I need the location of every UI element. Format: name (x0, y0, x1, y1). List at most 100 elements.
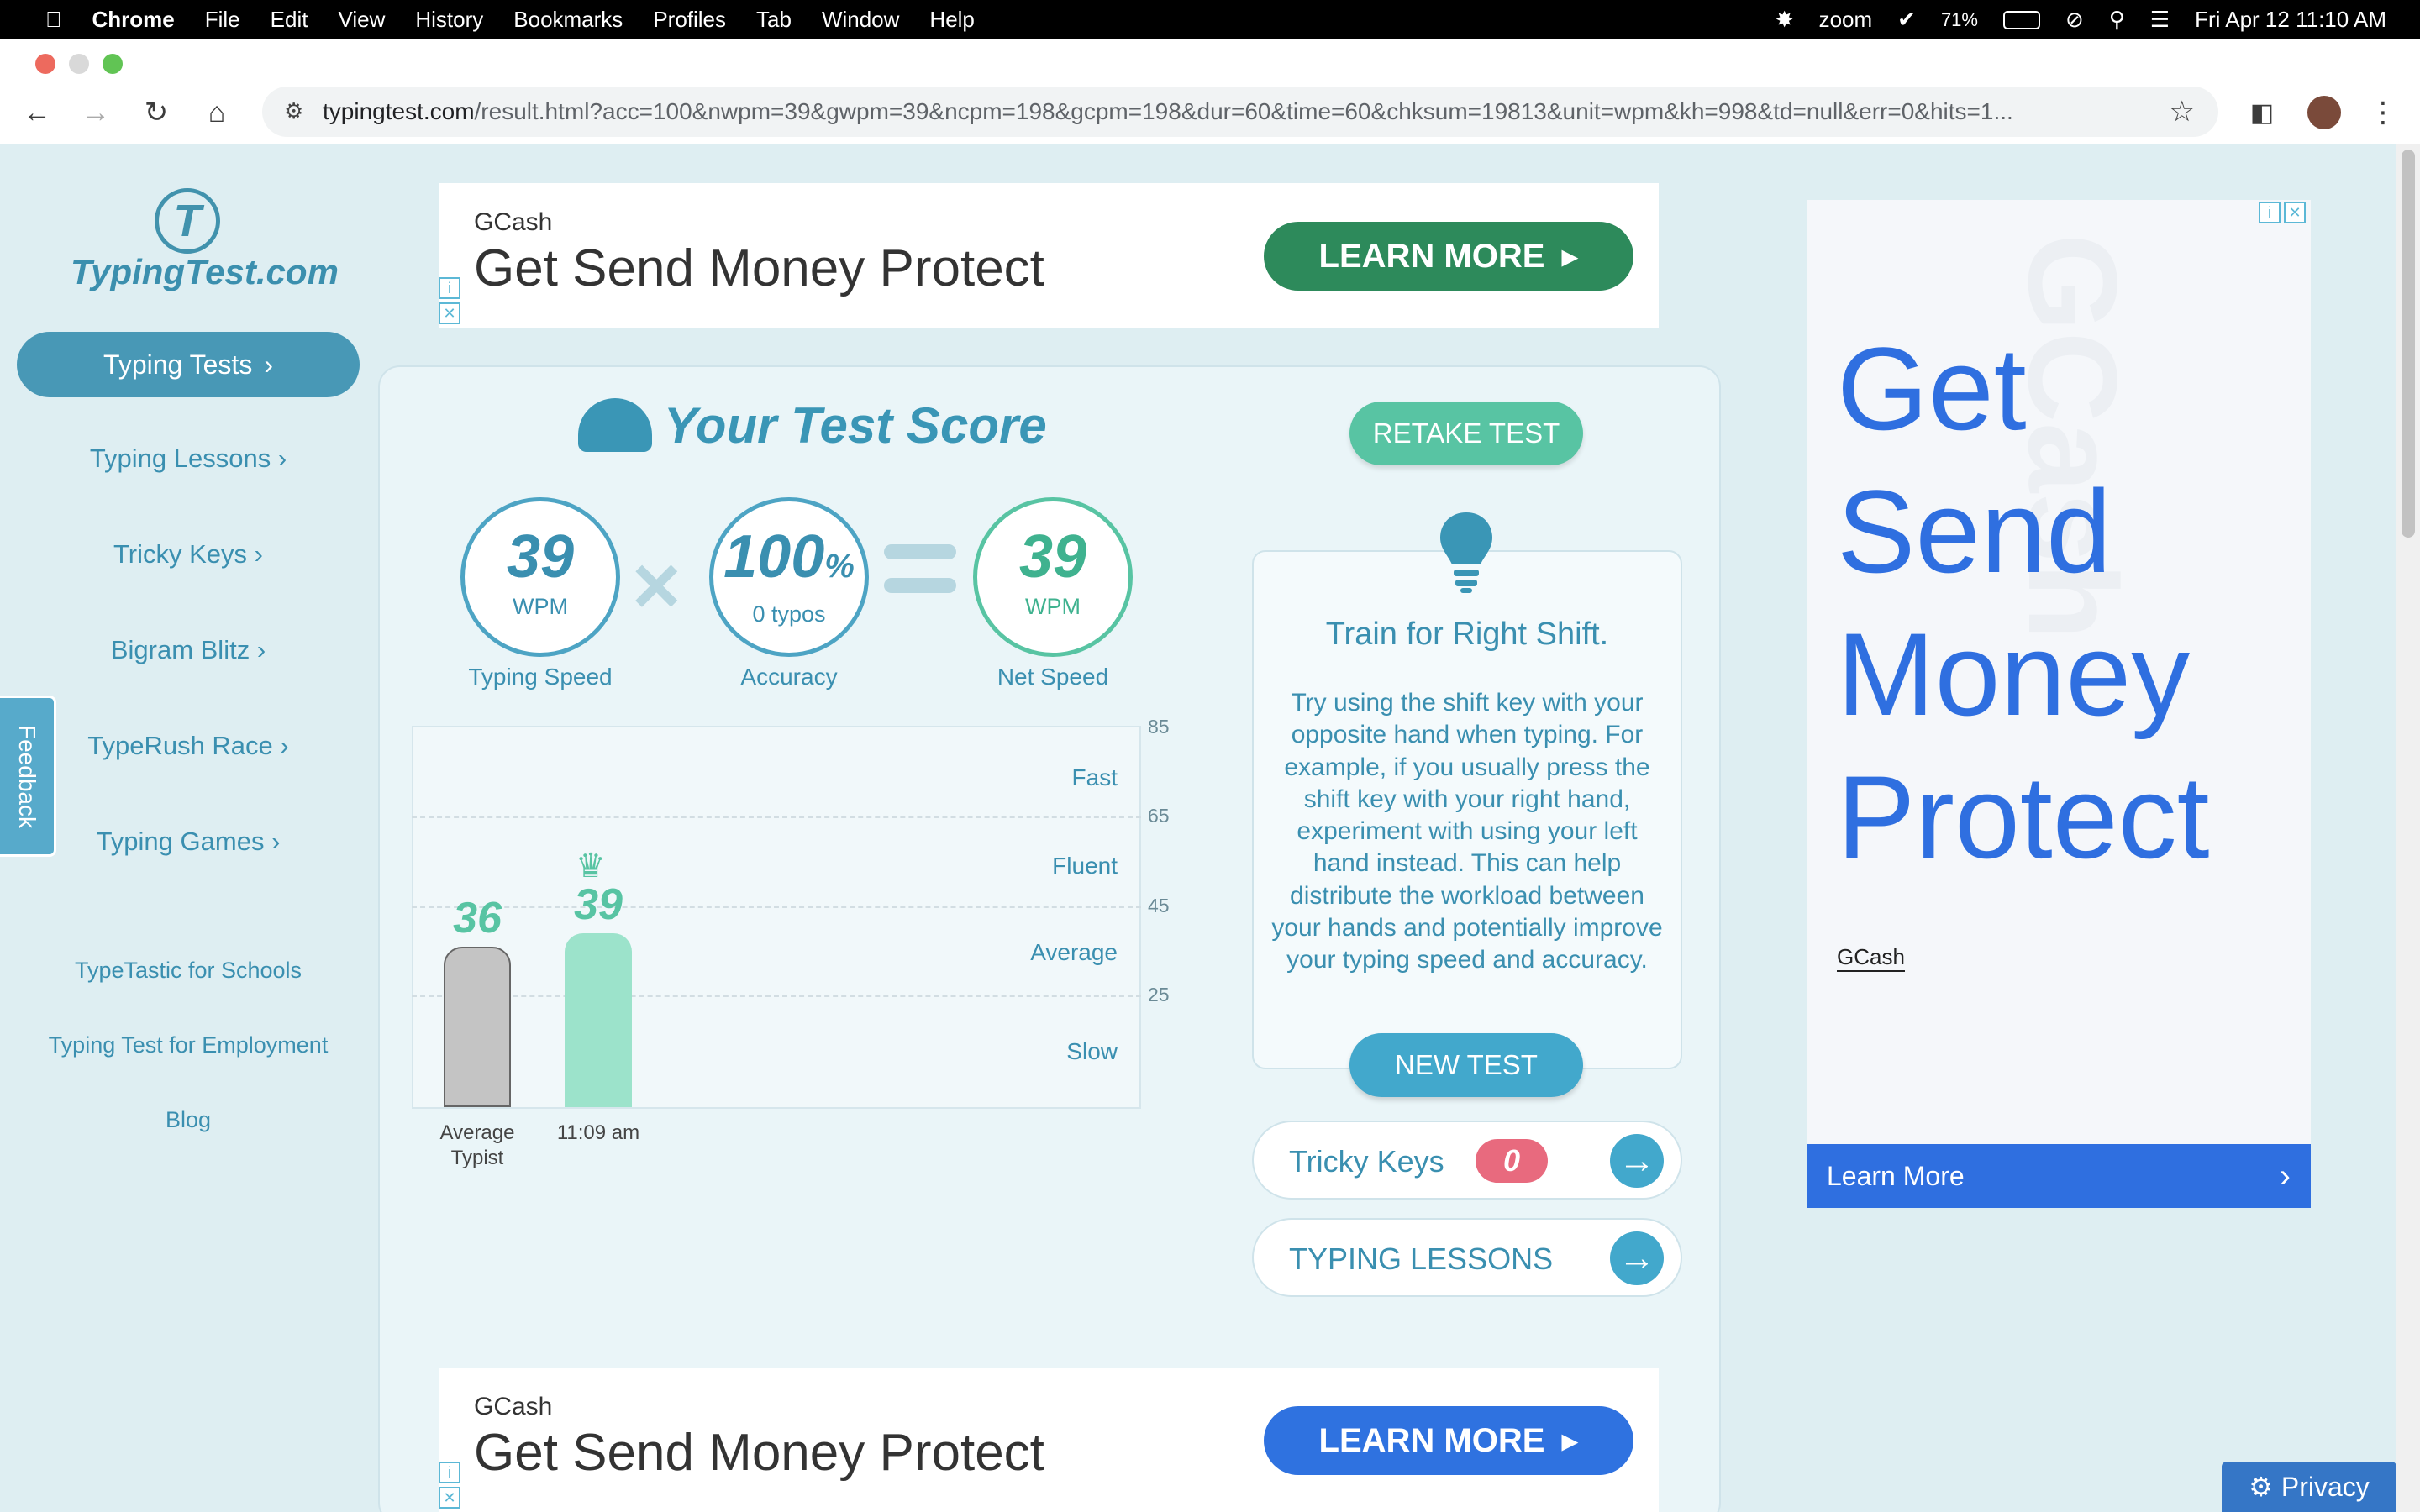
menu-tab[interactable]: Tab (741, 7, 807, 33)
typing-speed-circle: 39 WPM (460, 497, 620, 657)
close-ad-icon[interactable]: ✕ (2284, 202, 2306, 223)
top-ad-banner[interactable]: GCash Get Send Money Protect LEARN MORE ▸ (439, 183, 1659, 328)
tip-body: Try using the shift key with your opposi… (1271, 689, 1663, 974)
battery-icon[interactable] (2002, 10, 2040, 29)
side-ad-headline[interactable]: Get Send Money Protect (1837, 318, 2210, 889)
tricky-keys-link[interactable]: Tricky Keys 0 → (1252, 1121, 1682, 1200)
menu-bookmarks[interactable]: Bookmarks (498, 7, 638, 33)
side-panel-icon[interactable]: ◧ (2238, 89, 2286, 136)
info-icon[interactable]: i (2259, 202, 2281, 223)
chevron-right-icon: › (264, 349, 273, 380)
menu-history[interactable]: History (400, 7, 498, 33)
new-test-button[interactable]: NEW TEST (1349, 1033, 1583, 1097)
wifi-off-icon[interactable]: ⊘ (2065, 7, 2084, 33)
ad-learn-more-button[interactable]: LEARN MORE ▸ (1264, 1406, 1634, 1475)
profile-avatar[interactable] (2301, 89, 2348, 136)
score-title: Your Test Score (664, 397, 1047, 454)
y-tick-label: 45 (1148, 894, 1170, 916)
ad-headline[interactable]: Get Send Money Protect (474, 239, 1044, 298)
zone-fast: Fast (1071, 764, 1118, 790)
y-tick-label: 65 (1148, 805, 1170, 827)
triangle-right-icon: ▸ (1561, 238, 1579, 275)
retake-test-button[interactable]: RETAKE TEST (1349, 402, 1583, 465)
triangle-right-icon: ▸ (1561, 1422, 1579, 1459)
typing-speed-label: Typing Speed (468, 664, 613, 690)
nav-typing-tests[interactable]: Typing Tests › (17, 332, 360, 397)
accuracy-value: 100% (723, 523, 855, 591)
side-ad-learn-more-button[interactable]: Learn More › (1807, 1144, 2311, 1208)
typing-speed-unit: WPM (513, 594, 568, 619)
side-ad-choices: i ✕ (2259, 202, 2306, 223)
link-typetastic-schools[interactable]: TypeTastic for Schools (0, 958, 376, 984)
arrow-right-icon[interactable]: → (1610, 1231, 1664, 1285)
apple-icon[interactable]:  (30, 7, 77, 33)
nav-typerush-race[interactable]: TypeRush Race › (0, 731, 376, 761)
typingtest-logo-icon[interactable]: T (155, 188, 220, 254)
link-blog[interactable]: Blog (0, 1107, 376, 1133)
feedback-tab[interactable]: Feedback (0, 696, 56, 857)
forward-icon[interactable]: → (72, 89, 119, 136)
back-icon[interactable]: ← (13, 89, 60, 136)
chart-bar-value-label: 36 (453, 893, 502, 942)
typing-lessons-link[interactable]: TYPING LESSONS → (1252, 1218, 1682, 1297)
bookmark-star-icon[interactable]: ☆ (2170, 95, 2195, 129)
chevron-right-icon: › (2279, 1157, 2291, 1194)
side-ad[interactable]: GCash Get Send Money Protect GCash Learn… (1807, 200, 2311, 1208)
nav-typing-tests-label: Typing Tests (103, 349, 253, 380)
info-icon[interactable]: i (439, 1462, 460, 1483)
ad-learn-more-button[interactable]: LEARN MORE ▸ (1264, 222, 1634, 291)
reload-icon[interactable]: ↻ (133, 89, 180, 136)
accuracy-label: Accuracy (740, 664, 838, 690)
scrollbar-thumb[interactable] (2402, 150, 2415, 538)
ad-choices: i ✕ (439, 1462, 462, 1512)
check-icon[interactable]: ✔ (1897, 7, 1916, 33)
close-ad-icon[interactable]: ✕ (439, 1487, 460, 1509)
more-menu-icon[interactable]: ⋮ (2360, 89, 2407, 136)
side-ad-brand[interactable]: GCash (1837, 944, 1905, 972)
arrow-right-icon[interactable]: → (1610, 1134, 1664, 1188)
tricky-keys-count-badge: 0 (1476, 1139, 1548, 1183)
info-icon[interactable]: i (439, 277, 460, 299)
menu-edit[interactable]: Edit (255, 7, 324, 33)
nav-typing-lessons[interactable]: Typing Lessons › (0, 444, 376, 474)
zone-slow: Slow (1066, 1038, 1118, 1064)
ad-headline[interactable]: Get Send Money Protect (474, 1423, 1044, 1483)
net-speed-unit: WPM (1025, 594, 1081, 619)
multiply-icon: × (632, 538, 681, 633)
chart-gridline (412, 816, 1141, 819)
spotlight-search-icon[interactable]: ⚲ (2109, 7, 2125, 33)
home-icon[interactable]: ⌂ (193, 89, 240, 136)
nav-tricky-keys[interactable]: Tricky Keys › (0, 539, 376, 570)
typingtest-logo-text[interactable]: TypingTest.com (71, 252, 339, 292)
browser-title-bar (0, 39, 2420, 88)
bottom-ad-banner[interactable]: GCash Get Send Money Protect LEARN MORE ▸ (439, 1368, 1659, 1512)
menu-view[interactable]: View (323, 7, 400, 33)
zoom-status[interactable]: zoom (1819, 7, 1873, 33)
site-settings-icon[interactable]: ⚙ (284, 98, 303, 124)
menu-clock[interactable]: Fri Apr 12 11:10 AM (2195, 7, 2386, 33)
close-window-button[interactable] (35, 54, 55, 74)
nav-typing-games[interactable]: Typing Games › (0, 827, 376, 857)
privacy-button[interactable]: ⚙ Privacy (2222, 1462, 2396, 1512)
chevron-right-icon: › (271, 827, 281, 856)
sun-icon[interactable]: ✸ (1776, 7, 1794, 33)
menu-help[interactable]: Help (914, 7, 989, 33)
typing-lessons-label: TYPING LESSONS (1289, 1242, 1554, 1276)
address-bar[interactable]: ⚙ typingtest.com/result.html?acc=100&nwp… (262, 87, 2218, 137)
battery-percent[interactable]: 71% (1941, 9, 1978, 31)
nav-bigram-blitz[interactable]: Bigram Blitz › (0, 635, 376, 665)
menu-app-name[interactable]: Chrome (77, 7, 190, 33)
link-typing-test-employment[interactable]: Typing Test for Employment (0, 1032, 376, 1058)
url-text[interactable]: typingtest.com/result.html?acc=100&nwpm=… (323, 98, 2154, 125)
close-ad-icon[interactable]: ✕ (439, 302, 460, 324)
typing-speed-value: 39 (506, 523, 575, 591)
menu-window[interactable]: Window (807, 7, 914, 33)
menu-file[interactable]: File (190, 7, 255, 33)
control-center-icon[interactable]: ☰ (2150, 7, 2170, 33)
maximize-window-button[interactable] (103, 54, 123, 74)
accuracy-typos: 0 typos (752, 601, 826, 627)
minimize-window-button[interactable] (69, 54, 89, 74)
menu-profiles[interactable]: Profiles (638, 7, 741, 33)
chart-gridline (412, 995, 1141, 998)
lightbulb-icon (1440, 512, 1492, 593)
